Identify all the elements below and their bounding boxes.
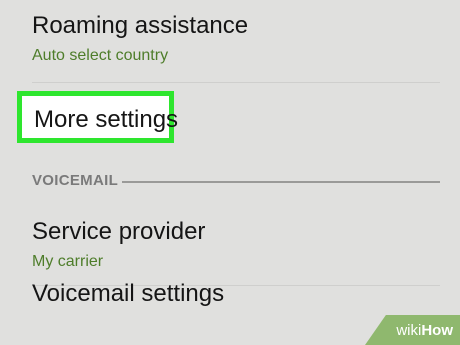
- watermark-how: How: [421, 322, 453, 339]
- voicemail-settings-item[interactable]: Voicemail settings: [32, 280, 460, 308]
- watermark-wiki: wiki: [396, 322, 422, 339]
- wikihow-watermark: wikiHow: [396, 322, 453, 339]
- settings-screen: Roaming assistance Auto select country M…: [0, 0, 460, 345]
- more-settings-title: More settings: [34, 106, 179, 133]
- voicemail-settings-title: Voicemail settings: [32, 280, 225, 307]
- section-divider-line: [122, 181, 440, 183]
- service-provider-subtitle: My carrier: [32, 253, 104, 270]
- more-settings-item[interactable]: More settings: [17, 91, 178, 143]
- divider: [32, 82, 440, 83]
- service-provider-item[interactable]: Service provider My carrier: [32, 218, 460, 272]
- roaming-assistance-title: Roaming assistance: [32, 12, 249, 39]
- voicemail-section-header: VOICEMAIL: [32, 170, 460, 192]
- service-provider-title: Service provider: [32, 218, 206, 245]
- roaming-assistance-item[interactable]: Roaming assistance Auto select country: [32, 12, 460, 66]
- roaming-assistance-subtitle: Auto select country: [32, 47, 169, 64]
- voicemail-section-label: VOICEMAIL: [32, 172, 119, 189]
